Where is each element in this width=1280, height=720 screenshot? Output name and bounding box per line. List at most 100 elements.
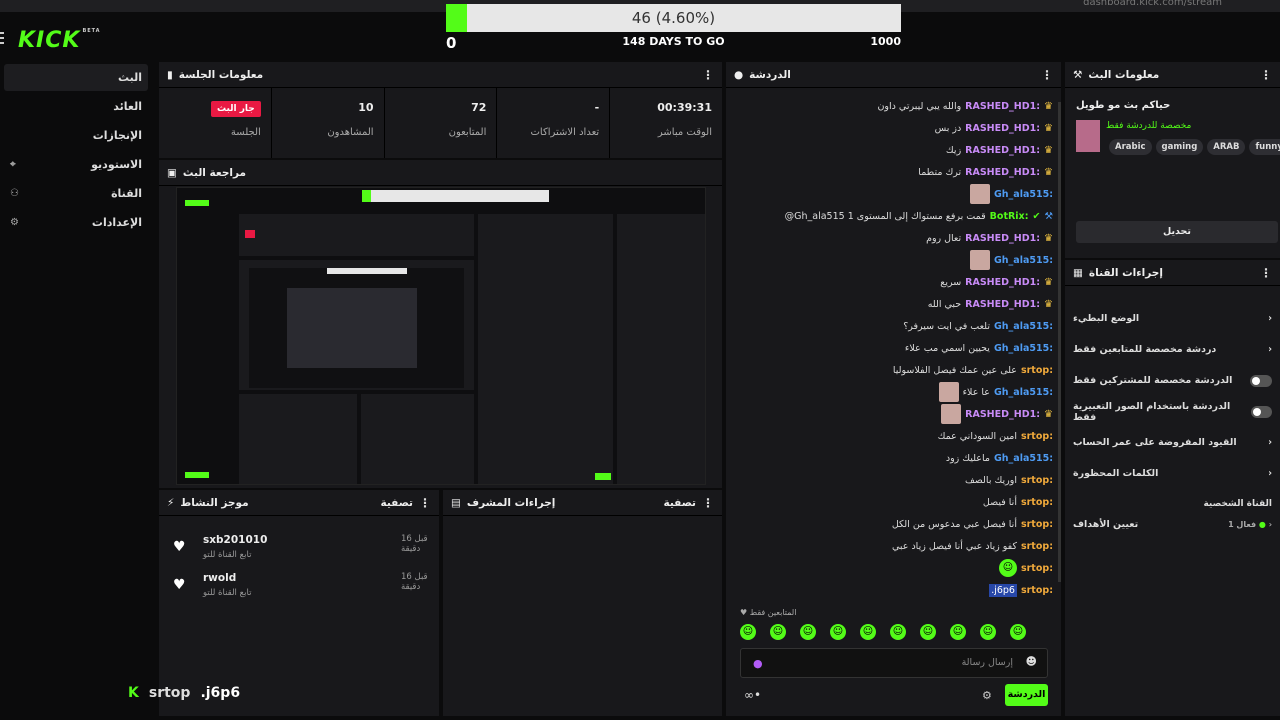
sidebar-item-studio[interactable]: الاستوديو ⌖ [4,151,148,178]
emote-icon[interactable]: ☺ [890,624,906,640]
chat-username[interactable]: RASHED_HD1: [965,123,1040,134]
mic-icon[interactable]: ● [753,657,763,670]
sidebar-item-channel[interactable]: القناة ⚇ [4,180,148,207]
chat-username[interactable]: Gh_ala515: [994,189,1053,200]
panel-title: معلومات الجلسة [178,68,264,81]
stream-info-panel: ⚒ معلومات البث ⋮ حياكم بث مو طويل مخصصة لل… [1065,62,1280,258]
activity-feed-panel: ⚡ موجز النشاط تصفية ⋮ ♥ sxb201010 تابع القن… [159,490,439,716]
infinity-icon[interactable]: ∞• [744,688,761,702]
filter-button[interactable]: تصفية [664,497,697,509]
channel-icon: ▦ [1073,266,1083,279]
category-thumbnail [1076,120,1100,152]
chat-username[interactable]: RASHED_HD1: [965,233,1040,244]
sidebar-item-stream[interactable]: البث [4,64,148,91]
chat-text: على عين عمك فيصل الفلاسوليا [892,364,1017,376]
chat-message: أنا فيصل عبي مدعوس من الكل srtop: [726,513,1061,535]
emote-icon[interactable]: ☺ [770,624,786,640]
kick-logo[interactable]: KICK BETA [18,28,101,53]
emote-icon[interactable]: ☺ [800,624,816,640]
chat-text: حبي الله [927,298,962,310]
stream-preview-video[interactable] [176,187,706,485]
chat-message: كفو زياد عبي أنا فيصل زياد عبي srtop: [726,535,1061,557]
preview-mini-dashboard [177,188,705,484]
chat-username[interactable]: Gh_ala515: [994,321,1053,332]
action-slow-mode[interactable]: الوضع البطيء › [1065,303,1280,334]
subscribers-only-toggle[interactable] [1250,374,1272,387]
scrollbar[interactable] [1058,102,1061,582]
emoji-icon[interactable]: ☻ [1026,655,1037,668]
heart-icon: ♥ [173,539,186,555]
action-followers-only[interactable]: دردشة مخصصة للمتابعين فقط › [1065,334,1280,365]
chat-username[interactable]: srtop: [1021,541,1053,552]
chat-username[interactable]: Gh_ala515: [994,343,1053,354]
chat-message: زيك RASHED_HD1: ♛ [726,139,1061,161]
activity-item: ♥ sxb201010 تابع القناة للتو قبل 16 دقيق… [173,534,428,560]
chat-message: RASHED_HD1: ♛ [726,403,1061,425]
send-chat-button[interactable]: الدردشة [1005,684,1048,706]
chat-username[interactable]: Gh_ala515: [994,453,1053,464]
chat-username[interactable]: srtop: [1021,475,1053,486]
action-account-age[interactable]: القيود المفروضة على عمر الحساب › [1065,427,1280,458]
kebab-icon[interactable]: ⋮ [419,496,431,510]
kebab-icon[interactable]: ⋮ [702,68,714,82]
chat-username[interactable]: Gh_ala515: [994,387,1053,398]
emote-icon: ☺ [998,559,1017,577]
live-badge: جار البث [210,101,261,117]
action-set-goals[interactable]: تعيين الأهداف فعال 1 ● › [1065,509,1280,540]
kebab-icon[interactable]: ⋮ [1260,68,1272,82]
chat-text: @Gh_ala515 قمت برفع مستواك إلى المستوى 1 [784,210,986,222]
sidebar-item-revenue[interactable]: العائد [4,93,148,120]
kebab-icon[interactable]: ⋮ [1260,266,1272,280]
chat-username[interactable]: RASHED_HD1: [965,101,1040,112]
filter-button[interactable]: تصفية [381,497,414,509]
chat-username[interactable]: RASHED_HD1: [965,145,1040,156]
emote-icon[interactable]: ☺ [860,624,876,640]
chat-message: والله يبي ليبرتي داون RASHED_HD1: ♛ [726,95,1061,117]
chat-username[interactable]: srtop: [1021,563,1053,574]
chat-username[interactable]: srtop: [1021,585,1053,596]
chat-username[interactable]: srtop: [1021,497,1053,508]
chat-message: حبي الله RASHED_HD1: ♛ [726,293,1061,315]
emote-icon[interactable]: ☺ [740,624,756,640]
crown-badge-icon: ♛ [1044,144,1053,156]
emote-icon[interactable]: ☺ [1010,624,1026,640]
emote-icon[interactable]: ☺ [950,624,966,640]
chat-username[interactable]: Gh_ala515: [994,255,1053,266]
emote-icon[interactable]: ☺ [980,624,996,640]
kebab-icon[interactable]: ⋮ [1041,68,1053,82]
chat-message: دز بس RASHED_HD1: ♛ [726,117,1061,139]
wrench-badge-icon: ⚒ [1044,210,1053,222]
gear-icon[interactable]: ⚙ [982,689,992,702]
url-text[interactable]: dashboard.kick.com/stream [1083,0,1222,8]
chat-message: عا علاء Gh_ala515: [726,381,1061,403]
chat-username[interactable]: srtop: [1021,519,1053,530]
action-emotes-only[interactable]: الدردشة باستخدام الصور التعبيرية فقط [1065,396,1280,427]
chat-input[interactable]: ● إرسال رسالة ☻ [740,648,1048,678]
crown-badge-icon: ♛ [1044,298,1053,310]
chat-username[interactable]: RASHED_HD1: [965,277,1040,288]
kebab-icon[interactable]: ⋮ [702,496,714,510]
edit-button[interactable]: تحديل [1076,221,1278,243]
menu-icon[interactable] [0,32,4,46]
emotes-only-toggle[interactable] [1250,405,1272,418]
chat-message: ☺ srtop: [726,557,1061,579]
emote-icon[interactable]: ☺ [920,624,936,640]
action-subscribers-only[interactable]: الدردشة مخصصة للمشتركين فقط [1065,365,1280,396]
channel-icon: ⚇ [10,188,19,199]
bot-badge-icon: ✔ [1032,210,1041,222]
chat-username[interactable]: RASHED_HD1: [965,409,1040,420]
tag: gaming [1155,139,1204,155]
chat-username[interactable]: BotRix: [990,211,1029,222]
action-banned-words[interactable]: الكلمات المحظورة › [1065,458,1280,489]
monitor-icon: ▣ [167,166,177,179]
sidebar-item-achievements[interactable]: الإنجازات [4,122,148,149]
chat-username[interactable]: srtop: [1021,431,1053,442]
chat-username[interactable]: RASHED_HD1: [965,167,1040,178]
crown-badge-icon: ♛ [1044,232,1053,244]
chat-message: Gh_ala515: [726,249,1061,271]
sidebar-item-settings[interactable]: الإعدادات ⚙ [4,209,148,236]
emote-icon[interactable]: ☺ [830,624,846,640]
chat-text: كفو زياد عبي أنا فيصل زياد عبي [891,540,1017,552]
chat-username[interactable]: srtop: [1021,365,1053,376]
chat-username[interactable]: RASHED_HD1: [965,299,1040,310]
